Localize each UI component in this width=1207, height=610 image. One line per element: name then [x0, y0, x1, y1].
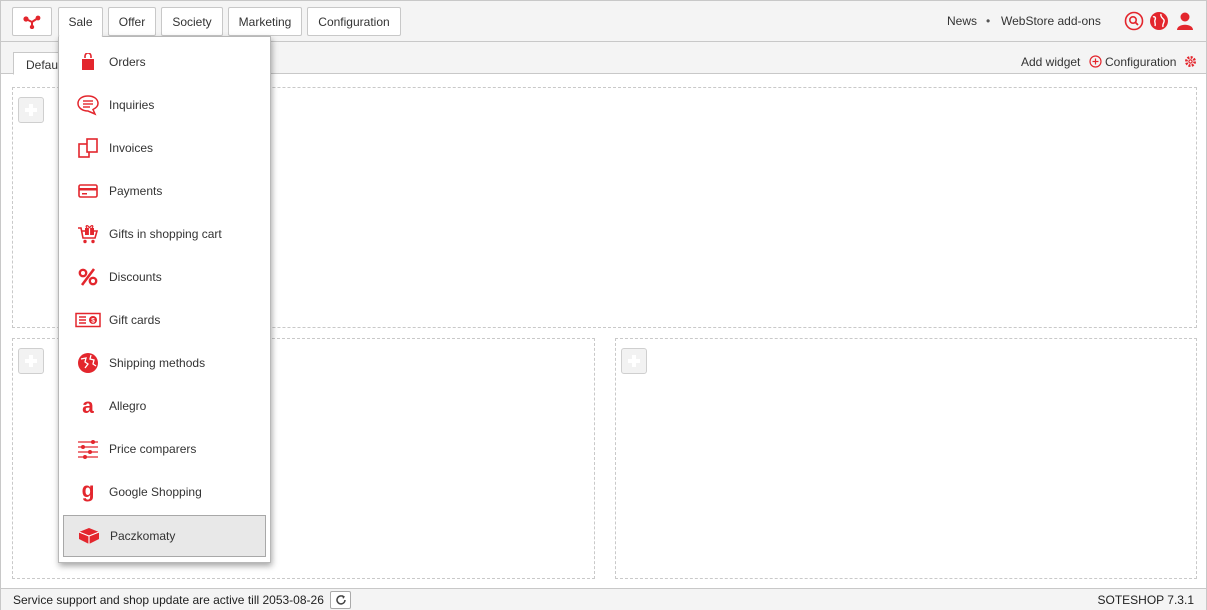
menu-item-allegro[interactable]: a Allegro [63, 385, 266, 427]
gift-cart-icon [75, 221, 101, 247]
menu-item-label: Inquiries [109, 98, 155, 112]
link-separator: • [986, 14, 991, 28]
menu-item-discounts[interactable]: Discounts [63, 256, 266, 298]
nav-tab-society[interactable]: Society [161, 7, 223, 36]
menu-item-orders[interactable]: Orders [63, 41, 266, 83]
support-status-text: Service support and shop update are acti… [13, 593, 324, 607]
menu-item-label: Paczkomaty [110, 529, 176, 543]
plus-icon [25, 104, 37, 116]
svg-text:$: $ [91, 318, 95, 325]
gear-icon[interactable] [1184, 55, 1197, 68]
svg-text:g: g [82, 481, 95, 502]
menu-item-price-comparers[interactable]: Price comparers [63, 428, 266, 470]
dashboard-configuration-link[interactable]: Configuration [1105, 55, 1176, 69]
molecule-logo-icon [23, 15, 41, 29]
chat-bubble-icon [75, 92, 101, 118]
credit-card-icon [75, 178, 101, 204]
news-link[interactable]: News [947, 14, 977, 28]
plus-circle-icon[interactable] [1089, 55, 1102, 68]
menu-item-label: Payments [109, 184, 163, 198]
widget-zone-bottom-right [615, 338, 1197, 579]
status-footer: Service support and shop update are acti… [1, 588, 1206, 610]
documents-icon [75, 135, 101, 161]
menu-item-payments[interactable]: Payments [63, 170, 266, 212]
add-widget-button[interactable] [18, 348, 44, 374]
nav-tab-sale[interactable]: Sale [58, 7, 103, 37]
add-widget-button[interactable] [18, 97, 44, 123]
version-label: SOTESHOP 7.3.1 [1097, 593, 1195, 607]
google-g-icon: g [75, 479, 101, 505]
parcel-locker-icon [76, 523, 102, 549]
menu-item-label: Orders [109, 55, 146, 69]
shopping-bag-icon [75, 49, 101, 75]
sale-dropdown-menu: Orders Inquiries Invoices Payments Gifts… [58, 36, 271, 563]
menu-item-label: Shipping methods [109, 356, 206, 370]
plus-icon [628, 355, 640, 367]
menu-item-label: Gifts in shopping cart [109, 227, 222, 241]
menu-item-paczkomaty[interactable]: Paczkomaty [63, 515, 266, 557]
refresh-icon [335, 595, 346, 605]
user-icon[interactable] [1175, 11, 1195, 31]
menu-item-inquiries[interactable]: Inquiries [63, 84, 266, 126]
menu-item-gift-cards[interactable]: $ Gift cards [63, 299, 266, 341]
globe-icon[interactable] [1149, 11, 1169, 31]
menu-item-google-shopping[interactable]: g Google Shopping [63, 471, 266, 513]
nav-tab-offer[interactable]: Offer [108, 7, 156, 36]
gift-card-icon: $ [75, 307, 101, 333]
app-window: Sale Offer Society Marketing Configurati… [0, 0, 1207, 610]
menu-item-shipping-methods[interactable]: Shipping methods [63, 342, 266, 384]
menu-item-label: Invoices [109, 141, 154, 155]
menu-item-invoices[interactable]: Invoices [63, 127, 266, 169]
menu-item-label: Discounts [109, 270, 162, 284]
menu-item-label: Allegro [109, 399, 147, 413]
add-widget-button[interactable] [621, 348, 647, 374]
globe-shipping-icon [75, 350, 101, 376]
percent-icon [75, 264, 101, 290]
svg-text:a: a [82, 396, 94, 416]
menu-item-label: Gift cards [109, 313, 161, 327]
webstore-addons-link[interactable]: WebStore add-ons [1001, 14, 1101, 28]
nav-tab-configuration[interactable]: Configuration [307, 7, 401, 36]
add-widget-link[interactable]: Add widget [1021, 55, 1080, 69]
allegro-icon: a [75, 393, 101, 419]
search-icon[interactable] [1124, 11, 1144, 31]
menu-item-gifts-in-shopping-cart[interactable]: Gifts in shopping cart [63, 213, 266, 255]
nav-tab-marketing[interactable]: Marketing [228, 7, 302, 36]
sliders-icon [75, 436, 101, 462]
menu-item-label: Google Shopping [109, 485, 202, 499]
menu-item-label: Price comparers [109, 442, 197, 456]
refresh-button[interactable] [330, 591, 351, 609]
home-logo-button[interactable] [12, 7, 52, 36]
plus-icon [25, 355, 37, 367]
